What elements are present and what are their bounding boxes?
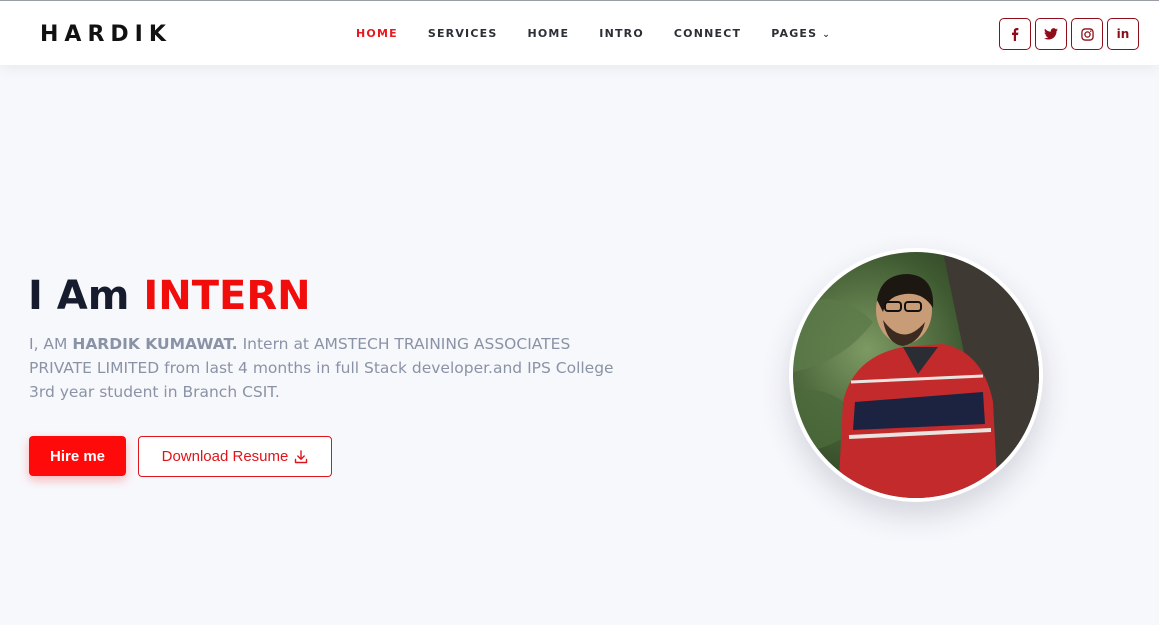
linkedin-button[interactable]: in <box>1107 18 1139 50</box>
nav-intro[interactable]: INTRO <box>599 24 644 44</box>
nav-pages-label: PAGES <box>771 27 818 40</box>
facebook-icon <box>1012 28 1019 41</box>
nav-services[interactable]: SERVICES <box>428 24 498 44</box>
profile-photo <box>793 252 1039 498</box>
main-nav: HOME SERVICES HOME INTRO CONNECT PAGES ⌄ <box>356 24 861 44</box>
nav-connect[interactable]: CONNECT <box>674 24 741 44</box>
instagram-button[interactable] <box>1071 18 1103 50</box>
site-logo[interactable]: HARDIK <box>40 21 172 49</box>
nav-home-2[interactable]: HOME <box>527 24 569 44</box>
linkedin-icon: in <box>1116 27 1130 41</box>
profile-photo-frame <box>789 248 1043 502</box>
nav-pages[interactable]: PAGES ⌄ <box>771 24 831 44</box>
site-header: HARDIK HOME SERVICES HOME INTRO CONNECT … <box>0 1 1159 65</box>
hero-desc-lead: I, AM <box>29 335 68 353</box>
download-resume-button[interactable]: Download Resume <box>138 436 332 477</box>
hero-title: I Am INTERN <box>28 270 311 322</box>
twitter-button[interactable] <box>1035 18 1067 50</box>
hero-title-accent: INTERN <box>143 273 311 319</box>
download-resume-label: Download Resume <box>161 448 289 465</box>
hero-title-prefix: I Am <box>28 273 130 319</box>
facebook-button[interactable] <box>999 18 1031 50</box>
chevron-down-icon: ⌄ <box>822 30 832 40</box>
nav-home[interactable]: HOME <box>356 24 398 44</box>
download-icon <box>295 449 308 463</box>
hero-desc-name: HARDIK KUMAWAT. <box>72 335 238 353</box>
twitter-icon <box>1044 28 1058 40</box>
social-links: in <box>999 18 1143 50</box>
hire-me-button[interactable]: Hire me <box>29 436 126 476</box>
instagram-icon <box>1080 27 1094 41</box>
hero-description: I, AM HARDIK KUMAWAT. Intern at AMSTECH … <box>29 332 629 404</box>
